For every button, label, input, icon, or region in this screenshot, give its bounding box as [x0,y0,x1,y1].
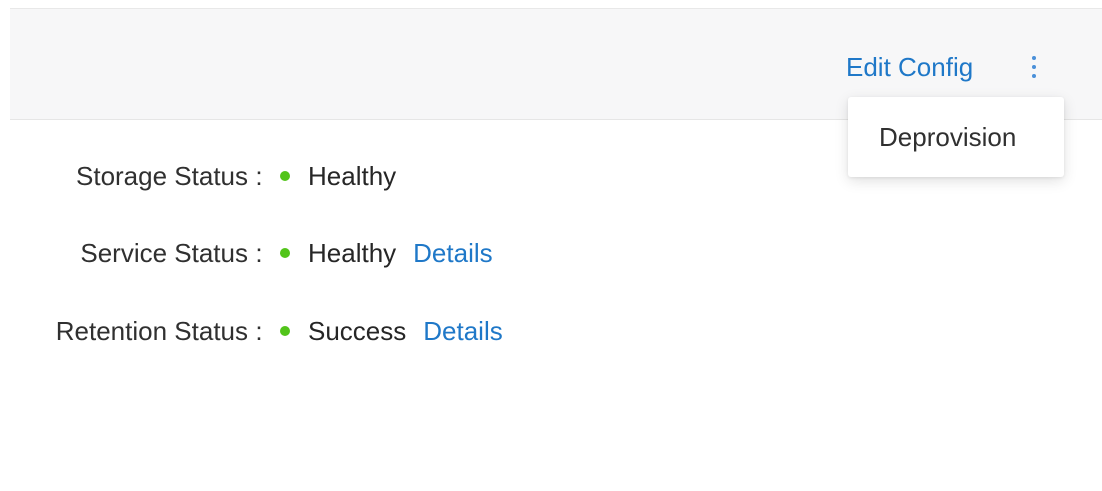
status-label: Service Status [80,237,248,268]
status-dot-icon [280,248,290,258]
more-vertical-icon [1032,56,1036,60]
status-label: Storage Status [76,160,248,191]
page: Edit Config Deprovision Storage Status :… [0,0,1102,491]
status-colon: : [255,160,263,191]
service-details-link[interactable]: Details [413,238,492,269]
status-colon: : [255,237,263,268]
status-value: Healthy [308,237,397,268]
status-dot-icon [280,171,290,181]
status-row-storage: Storage Status : Healthy [0,148,396,204]
menu-item-deprovision[interactable]: Deprovision [848,97,1064,177]
more-menu-dropdown: Deprovision [848,97,1064,177]
retention-details-link[interactable]: Details [423,316,502,347]
edit-config-link[interactable]: Edit Config [846,47,973,87]
more-vertical-icon [1032,74,1036,78]
status-row-service: Service Status : Healthy Details [0,225,492,281]
status-row-retention: Retention Status : Success Details [0,303,503,359]
more-menu-button[interactable] [1024,49,1044,85]
status-label: Retention Status [55,315,248,346]
status-colon: : [255,315,263,346]
status-value: Healthy [308,160,397,191]
status-dot-icon [280,326,290,336]
status-value: Success [308,315,407,346]
more-vertical-icon [1032,65,1036,69]
